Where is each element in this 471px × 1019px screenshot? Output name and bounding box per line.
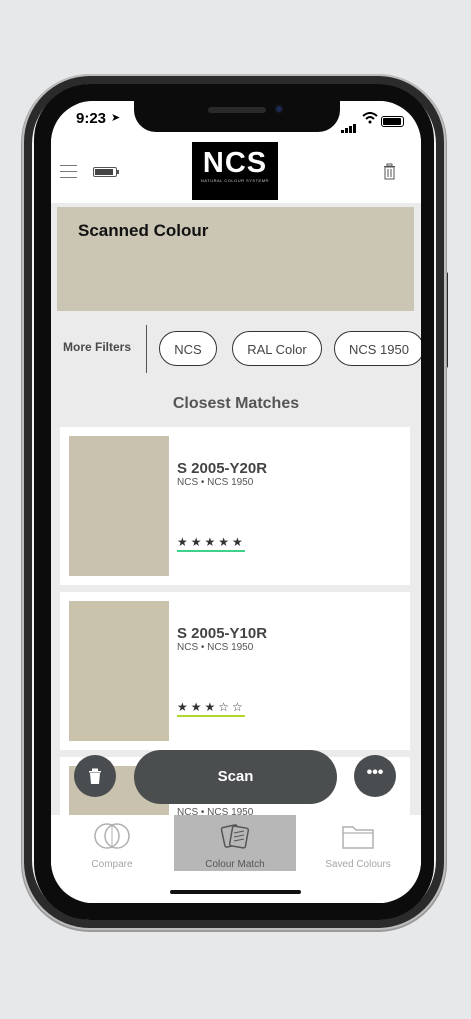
match-swatch	[69, 436, 169, 576]
tab-saved-colours[interactable]: Saved Colours	[297, 815, 419, 871]
match-rating-bar	[177, 550, 245, 552]
compare-icon	[94, 823, 130, 849]
match-rating-bar	[177, 715, 245, 717]
camera	[274, 104, 284, 114]
menu-icon[interactable]	[60, 165, 77, 178]
delete-button[interactable]	[74, 755, 116, 797]
notch	[134, 101, 340, 132]
match-swatch	[69, 601, 169, 741]
folder-icon	[342, 826, 374, 849]
trash-icon[interactable]	[383, 163, 396, 180]
scanned-colour-title: Scanned Colour	[78, 221, 209, 240]
match-code: S 2005-Y10R	[177, 625, 268, 642]
match-rating-stars: ★★★☆☆	[177, 700, 246, 714]
closest-matches-heading: Closest Matches	[172, 395, 300, 412]
home-indicator[interactable]	[170, 890, 301, 894]
match-card[interactable]: S 2005-Y10R NCS • NCS 1950 ★★★☆☆	[60, 592, 410, 750]
more-filters-button[interactable]: More Filters	[63, 340, 131, 354]
filter-chip-ncs-1950[interactable]: NCS 1950	[334, 331, 421, 366]
ncs-logo: NCS NATURAL COLOUR SYSTEM®	[192, 142, 278, 200]
match-rating-stars: ★★★★★	[177, 535, 246, 549]
logo-subtext: NATURAL COLOUR SYSTEM®	[201, 178, 269, 183]
power-button	[444, 272, 448, 368]
colour-match-icon	[220, 824, 250, 849]
filter-chip-ncs[interactable]: NCS	[159, 331, 217, 366]
more-icon: •••	[366, 764, 384, 781]
scan-button[interactable]: Scan	[134, 750, 337, 804]
scanned-colour-panel: Scanned Colour	[57, 207, 414, 311]
filter-bar: More Filters NCS RAL Color NCS 1950	[51, 321, 421, 377]
device-battery-icon[interactable]	[93, 167, 119, 177]
tab-compare[interactable]: Compare	[51, 815, 173, 871]
signal-icon	[341, 115, 357, 133]
tab-label: Colour Match	[205, 859, 265, 870]
location-icon: ➤	[111, 112, 121, 124]
more-options-button[interactable]: •••	[354, 755, 396, 797]
tab-label: Saved Colours	[325, 859, 391, 870]
trash-icon	[89, 768, 101, 784]
app-header: NCS NATURAL COLOUR SYSTEM®	[51, 137, 421, 203]
match-card[interactable]: S 2005-Y20R NCS • NCS 1950 ★★★★★	[60, 427, 410, 585]
tab-colour-match[interactable]: Colour Match	[174, 815, 296, 871]
match-systems: NCS • NCS 1950	[177, 477, 254, 488]
filter-divider	[146, 325, 147, 373]
app-screen: 9:23 ➤ NCS NATURAL COLOUR SYSTEM® Scanne…	[51, 101, 421, 903]
wifi-icon	[362, 112, 378, 127]
tab-bar: Compare Colour Match Saved Colours	[51, 815, 421, 903]
logo-text: NCS	[202, 147, 268, 179]
tab-label: Compare	[91, 859, 133, 870]
status-time: 9:23	[76, 110, 107, 127]
filter-chip-ral[interactable]: RAL Color	[232, 331, 322, 366]
match-code: S 2005-Y20R	[177, 460, 268, 477]
battery-icon	[381, 116, 404, 127]
match-systems: NCS • NCS 1950	[177, 642, 254, 653]
